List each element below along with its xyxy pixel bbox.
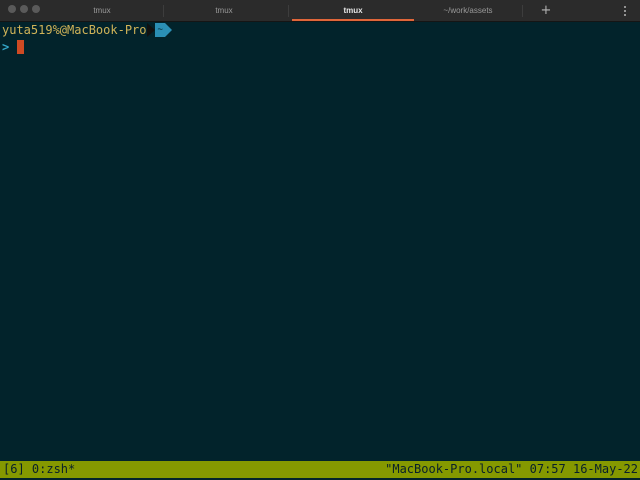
tab-divider — [288, 5, 289, 17]
command-input-line[interactable]: > — [2, 39, 24, 55]
powerline-separator-icon — [164, 23, 172, 37]
close-window-button[interactable] — [8, 5, 16, 13]
tab-divider — [522, 5, 523, 17]
zoom-window-button[interactable] — [32, 5, 40, 13]
tab-2[interactable]: tmux — [166, 0, 282, 22]
tab-divider — [163, 5, 164, 17]
terminal-pane[interactable]: yuta519%@MacBook-Pro ~ > — [0, 22, 640, 460]
tab-4[interactable]: ~/work/assets — [414, 0, 522, 22]
tmux-host-datetime: "MacBook-Pro.local" 07:57 16-May-22 — [385, 462, 638, 476]
prompt-symbol: > — [2, 40, 10, 54]
tab-bar: tmux tmux tmux ~/work/assets + — [0, 0, 640, 22]
tab-1[interactable]: tmux — [44, 0, 160, 22]
tmux-session-window-list[interactable]: [6] 0:zsh* — [3, 461, 75, 478]
new-tab-button[interactable]: + — [538, 0, 554, 22]
minimize-window-button[interactable] — [20, 5, 28, 13]
powerline-separator-icon — [146, 23, 155, 37]
tmux-status-bar: [6] 0:zsh* "MacBook-Pro.local" 07:57 16-… — [0, 461, 640, 478]
active-tab-indicator — [292, 19, 414, 21]
terminal-cursor — [17, 40, 24, 54]
terminal-window: tmux tmux tmux ~/work/assets + yuta519%@… — [0, 0, 640, 480]
vertical-ellipsis-icon[interactable] — [620, 4, 630, 18]
prompt-user-host: yuta519%@MacBook-Pro — [2, 23, 147, 37]
prompt-line: yuta519%@MacBook-Pro ~ — [2, 22, 172, 38]
prompt-directory: ~ — [154, 23, 165, 37]
